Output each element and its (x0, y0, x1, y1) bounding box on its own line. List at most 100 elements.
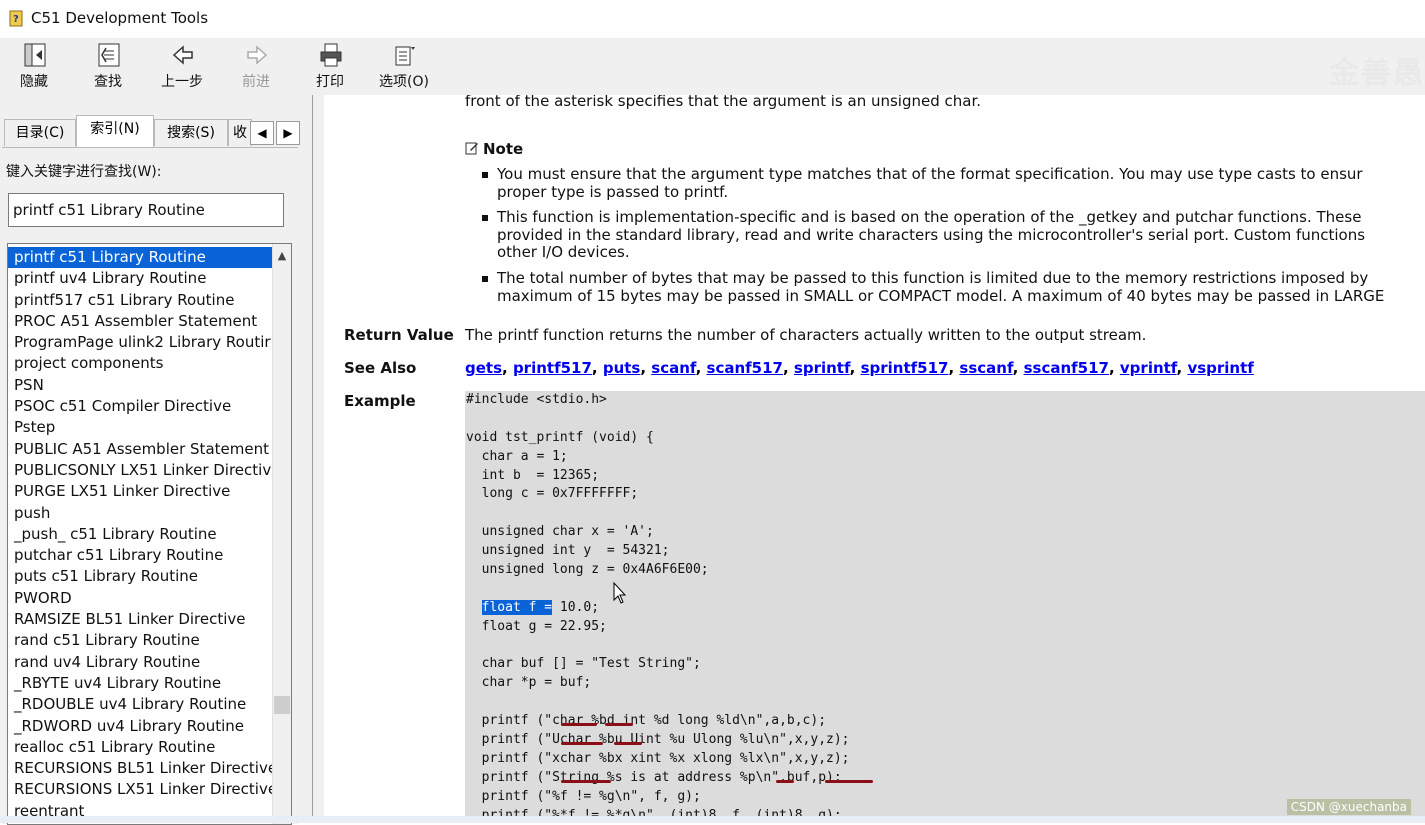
index-list-item[interactable]: project components (8, 353, 272, 374)
index-list-item[interactable]: PROC A51 Assembler Statement (8, 311, 272, 332)
see-also-link[interactable]: vprintf (1120, 359, 1177, 377)
code-line: float g = 22.95; (466, 618, 607, 634)
index-list-item[interactable]: putchar c51 Library Routine (8, 545, 272, 566)
tab-index[interactable]: 索引(N) (76, 115, 154, 147)
see-also-link[interactable]: puts (603, 359, 641, 377)
note-bullet-1: You must ensure that the argument type m… (482, 165, 1363, 201)
code-line: long c = 0x7FFFFFFF; (466, 486, 639, 502)
index-list-item[interactable]: realloc c51 Library Routine (8, 737, 272, 758)
see-also-link[interactable]: sprintf (794, 359, 850, 377)
index-list-item[interactable]: printf517 c51 Library Routine (8, 290, 272, 311)
forward-button[interactable]: 前进 (224, 40, 288, 94)
tab-favorites[interactable]: 收 (228, 119, 252, 146)
index-list-item[interactable]: printf c51 Library Routine (8, 247, 272, 269)
scrollbar-thumb[interactable] (274, 696, 290, 714)
back-button[interactable]: 上一步 (150, 40, 214, 94)
index-list[interactable]: printf c51 Library Routine printf uv4 Lib… (7, 243, 292, 825)
index-list-item[interactable]: RECURSIONS BL51 Linker Directive (8, 758, 272, 779)
index-list-item[interactable]: PWORD (8, 588, 272, 609)
index-list-item[interactable]: RECURSIONS LX51 Linker Directive (8, 779, 272, 800)
annotation-underline (605, 723, 633, 726)
locate-button[interactable]: 查找 (76, 40, 140, 94)
example-label: Example (344, 392, 416, 410)
keyword-label: 键入关键字进行查找(W): (6, 164, 162, 180)
index-list-scrollbar[interactable]: ▲ (272, 244, 291, 824)
see-also-link[interactable]: printf517 (513, 359, 592, 377)
code-line: char a = 1; (466, 448, 568, 464)
code-line: printf ("xchar %bx xint %x xlong %lx\n",… (466, 750, 850, 766)
return-value-text: The printf function returns the number o… (465, 326, 1147, 344)
see-also-link[interactable]: vsprintf (1187, 359, 1253, 377)
see-also-link[interactable]: gets (465, 359, 502, 377)
index-list-item[interactable]: Pstep (8, 417, 272, 438)
index-list-item[interactable]: rand uv4 Library Routine (8, 652, 272, 673)
see-also-link[interactable]: scanf (651, 359, 695, 377)
index-list-item[interactable]: _push_ c51 Library Routine (8, 524, 272, 545)
code-line: printf ("%f != %g\n", f, g); (466, 788, 701, 804)
nav-tabs: 目录(C) 索引(N) 搜索(S) 收 ◀ ▶ (4, 115, 300, 147)
index-list-item[interactable]: PSOC c51 Compiler Directive (8, 396, 272, 417)
keyword-input[interactable] (8, 193, 284, 227)
code-line: void tst_printf (void) { (466, 429, 654, 445)
tab-search[interactable]: 搜索(S) (154, 119, 228, 146)
index-list-item[interactable]: PSN (8, 375, 272, 396)
code-line: printf ("String %s is at address %p\n",b… (466, 769, 842, 785)
note-heading: Note (465, 140, 523, 158)
note-bullet-3: The total number of bytes that may be pa… (482, 269, 1384, 305)
see-also-link[interactable]: sprintf517 (861, 359, 949, 377)
index-list-item[interactable]: PUBLICSONLY LX51 Linker Directiv (8, 460, 272, 481)
options-button[interactable]: 选项(O) (372, 40, 436, 94)
code-line: printf ("char %bd int %d long %ld\n",a,b… (466, 713, 827, 729)
tab-scroll-right-button[interactable]: ▶ (276, 121, 300, 145)
index-list-item[interactable]: _RBYTE uv4 Library Routine (8, 673, 272, 694)
index-list-item[interactable]: ProgramPage ulink2 Library Routir (8, 332, 272, 353)
index-list-item[interactable]: PURGE LX51 Linker Directive (8, 481, 272, 502)
bullet-icon (482, 172, 488, 178)
index-list-item[interactable]: printf uv4 Library Routine (8, 268, 272, 289)
title-bar: ? C51 Development Tools (0, 0, 1425, 38)
navigation-pane: 目录(C) 索引(N) 搜索(S) 收 ◀ ▶ 键入关键字进行查找(W): pr… (0, 95, 302, 825)
brand-watermark: 金善愚 (1329, 56, 1425, 91)
toolbar: 隐藏 查找 上一步 前进 打印 选项(O) 金善愚 (0, 38, 1425, 95)
code-line: char *p = buf; (466, 675, 592, 691)
window-title: C51 Development Tools (31, 9, 209, 27)
mouse-pointer-icon (613, 582, 627, 604)
index-list-items: printf c51 Library Routine printf uv4 Lib… (8, 247, 272, 822)
index-list-item[interactable]: _RDOUBLE uv4 Library Routine (8, 694, 272, 715)
code-line: #include <stdio.h> (466, 392, 607, 407)
index-list-item[interactable]: puts c51 Library Routine (8, 566, 272, 587)
tab-scroll-left-button[interactable]: ◀ (250, 121, 274, 145)
paragraph-text: front of the asterisk specifies that the… (465, 95, 982, 110)
scroll-up-icon[interactable]: ▲ (273, 247, 291, 265)
see-also-link[interactable]: sscanf (959, 359, 1012, 377)
hide-button[interactable]: 隐藏 (2, 40, 66, 94)
tab-contents[interactable]: 目录(C) (4, 119, 76, 146)
note-bullet-2: This function is implementation-specific… (482, 208, 1365, 262)
example-code-block[interactable]: #include <stdio.h> void tst_printf (void)… (465, 391, 1425, 823)
see-also-link[interactable]: sscanf517 (1024, 359, 1109, 377)
index-list-item[interactable]: PUBLIC A51 Assembler Statement (8, 439, 272, 460)
locate-icon (98, 43, 120, 67)
svg-text:?: ? (13, 14, 19, 25)
index-list-item[interactable]: rand c51 Library Routine (8, 630, 272, 651)
selected-text: float f = (481, 599, 553, 615)
options-icon (395, 46, 415, 66)
annotation-underline (561, 742, 603, 745)
index-list-item[interactable]: RAMSIZE BL51 Linker Directive (8, 609, 272, 630)
forward-arrow-icon (247, 45, 268, 65)
help-book-icon: ? (9, 10, 23, 27)
annotation-underline (776, 780, 794, 783)
see-also-link[interactable]: scanf517 (707, 359, 783, 377)
back-arrow-icon (172, 45, 193, 65)
annotation-underline (561, 780, 611, 783)
print-button[interactable]: 打印 (298, 40, 362, 94)
pane-splitter[interactable] (302, 95, 324, 823)
index-list-item[interactable]: _RDWORD uv4 Library Routine (8, 716, 272, 737)
note-pencil-icon (465, 142, 478, 155)
index-list-item[interactable]: push (8, 503, 272, 524)
bullet-icon (482, 215, 488, 221)
